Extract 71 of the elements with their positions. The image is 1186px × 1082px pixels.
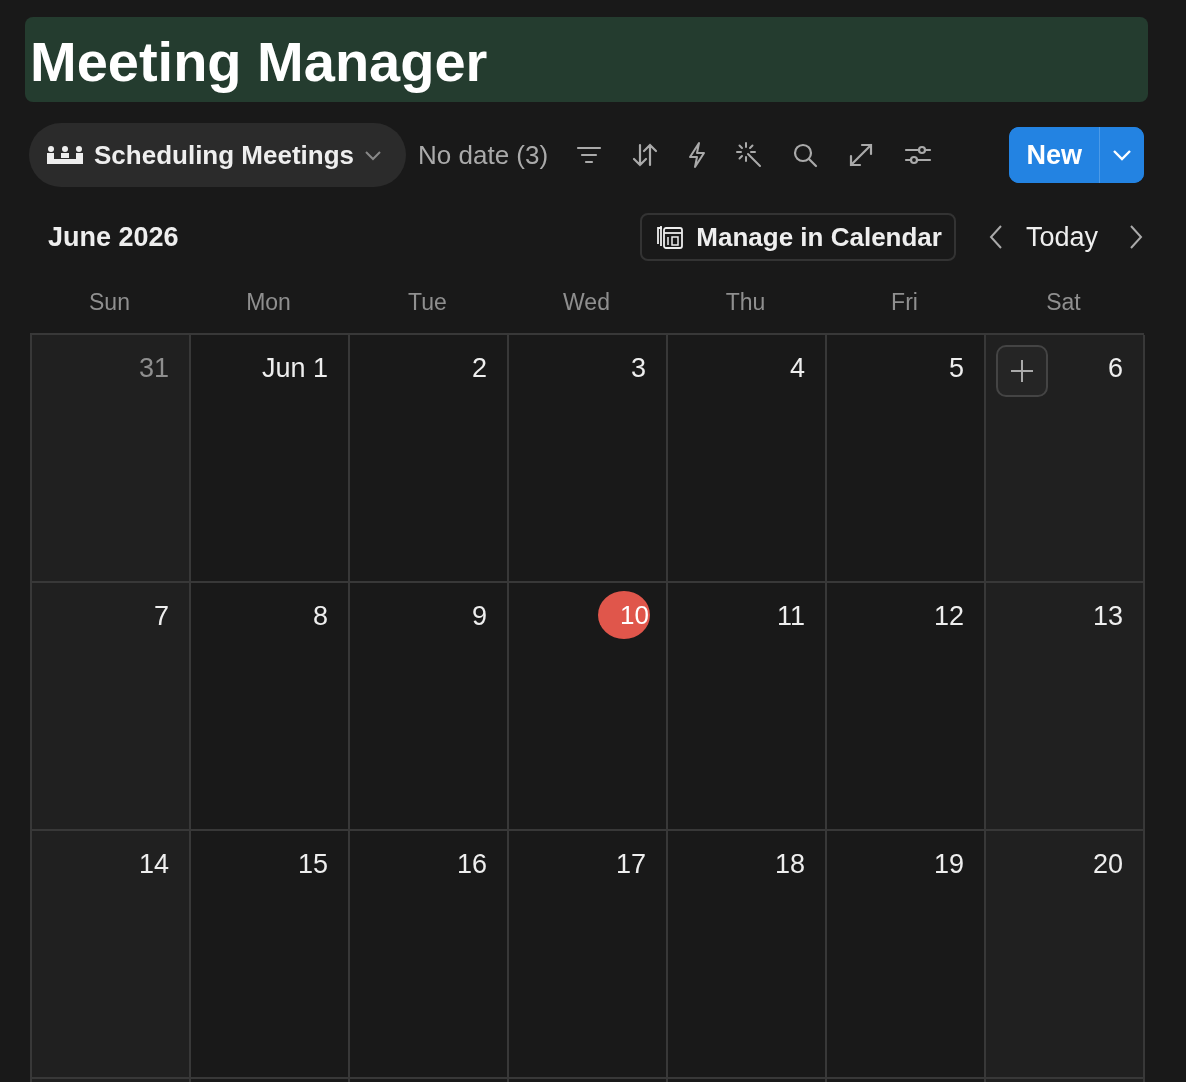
day-number: 8 <box>312 600 328 633</box>
day-cell[interactable]: 8 <box>191 583 350 831</box>
day-cell[interactable]: 17 <box>509 831 668 1079</box>
day-number: 3 <box>630 352 646 385</box>
day-number: 2 <box>471 352 487 385</box>
weekday-label: Thu <box>724 288 767 316</box>
weekday-label: Fri <box>890 288 919 316</box>
month-title: June 2026 <box>48 221 179 253</box>
chevron-down-icon <box>364 149 383 161</box>
day-cell[interactable]: 15 <box>191 831 350 1079</box>
chevron-left-icon[interactable] <box>987 224 1004 250</box>
lightning-icon[interactable] <box>688 141 707 169</box>
filter-icon[interactable] <box>576 144 603 166</box>
weekday-label: Sun <box>88 288 131 316</box>
day-cell[interactable]: 19 <box>827 831 986 1079</box>
day-number: 5 <box>948 352 964 385</box>
day-number: 9 <box>471 600 487 633</box>
view-selector[interactable]: Scheduling Meetings <box>29 123 407 187</box>
day-cell[interactable]: 11 <box>668 583 827 831</box>
calendar-icon <box>656 224 685 250</box>
day-number: 7 <box>153 600 169 633</box>
day-cell[interactable]: 7 <box>32 583 191 831</box>
day-number: 18 <box>774 848 805 881</box>
day-cell[interactable]: 9 <box>350 583 509 831</box>
search-icon[interactable] <box>792 142 819 168</box>
sort-icon[interactable] <box>632 143 659 167</box>
day-cell[interactable]: Jun 1 <box>191 335 350 583</box>
chevron-right-icon[interactable] <box>1128 224 1144 250</box>
day-cell[interactable]: 3 <box>509 335 668 583</box>
new-button[interactable]: New <box>1009 127 1100 183</box>
day-number: 11 <box>776 600 805 633</box>
day-number: 16 <box>456 848 487 881</box>
day-number: 20 <box>1092 848 1123 881</box>
day-number: 14 <box>138 848 169 881</box>
day-number: 15 <box>297 848 328 881</box>
day-cell[interactable]: 6 <box>986 335 1145 583</box>
day-cell[interactable]: 2 <box>350 335 509 583</box>
day-number: Jun 1 <box>261 352 328 385</box>
no-date-button[interactable]: No date (3) <box>418 139 549 171</box>
add-button[interactable] <box>996 345 1048 397</box>
day-cell[interactable]: 5 <box>827 335 986 583</box>
day-cell[interactable]: 13 <box>986 583 1145 831</box>
day-cell[interactable]: 4 <box>668 335 827 583</box>
weekday-label: Mon <box>245 288 292 316</box>
weekday-label: Wed <box>562 288 611 316</box>
today-button[interactable]: Today <box>1003 221 1128 253</box>
day-number: 31 <box>138 352 169 385</box>
day-number: 19 <box>933 848 964 881</box>
day-number: 12 <box>933 600 964 633</box>
day-cell[interactable]: 18 <box>668 831 827 1079</box>
day-cell[interactable]: 16 <box>350 831 509 1079</box>
weekday-label: Tue <box>407 288 448 316</box>
day-cell[interactable]: 31 <box>32 335 191 583</box>
page-title: Meeting Manager <box>25 17 1148 102</box>
day-number: 17 <box>615 848 646 881</box>
day-number: 6 <box>1107 352 1123 385</box>
people-icon <box>46 145 84 165</box>
weekday-label: Sat <box>1045 288 1082 316</box>
chevron-down-icon <box>1112 149 1132 161</box>
day-cell[interactable]: 10 <box>509 583 668 831</box>
day-cell[interactable]: 12 <box>827 583 986 831</box>
settings-icon[interactable] <box>904 144 933 166</box>
manage-calendar-button[interactable]: Manage in Calendar <box>640 213 956 261</box>
day-number: 4 <box>789 352 805 385</box>
day-number: 13 <box>1092 600 1123 633</box>
day-cell[interactable]: 20 <box>986 831 1145 1079</box>
plus-icon <box>1009 358 1035 384</box>
day-cell[interactable]: 14 <box>32 831 191 1079</box>
magic-wand-icon[interactable] <box>736 142 763 168</box>
expand-icon[interactable] <box>848 142 875 168</box>
day-number: 10 <box>598 591 650 639</box>
